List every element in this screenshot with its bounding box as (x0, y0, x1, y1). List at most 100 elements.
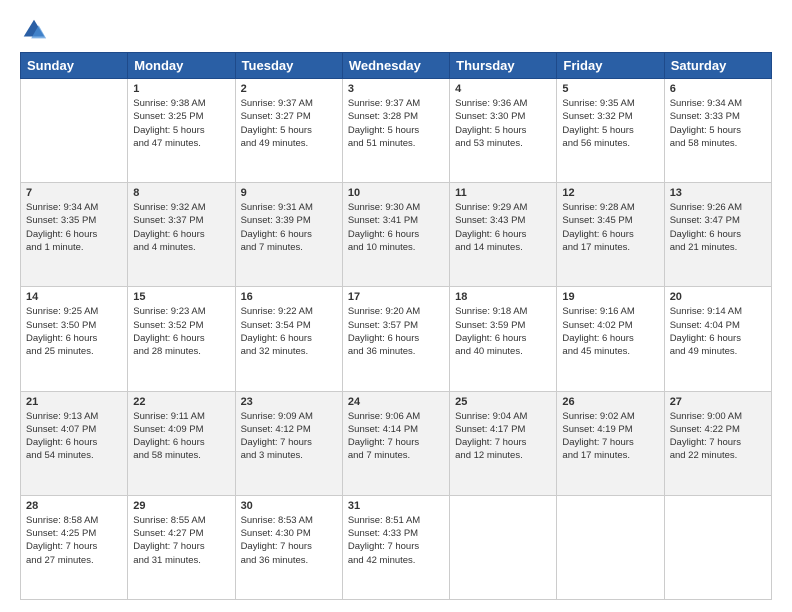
calendar-cell: 2 Sunrise: 9:37 AMSunset: 3:27 PMDaylight… (235, 79, 342, 183)
calendar-cell: 11 Sunrise: 9:29 AMSunset: 3:43 PMDayligh… (450, 183, 557, 287)
day-info: Sunrise: 9:02 AMSunset: 4:19 PMDaylight:… (562, 410, 658, 463)
calendar-cell: 8Sunrise: 9:32 AMSunset: 3:37 PMDaylight… (128, 183, 235, 287)
weekday-header: Monday (128, 53, 235, 79)
day-info: Sunrise: 8:53 AMSunset: 4:30 PMDaylight:… (241, 514, 337, 567)
day-number: 20 (670, 291, 766, 303)
calendar-cell: 15 Sunrise: 9:23 AMSunset: 3:52 PMDayligh… (128, 287, 235, 391)
calendar-table: SundayMondayTuesdayWednesdayThursdayFrid… (20, 52, 772, 600)
calendar-cell: 12 Sunrise: 9:28 AMSunset: 3:45 PMDayligh… (557, 183, 664, 287)
day-info: Sunrise: 9:36 AMSunset: 3:30 PMDaylight:… (455, 97, 551, 150)
calendar-week-row: 14 Sunrise: 9:25 AMSunset: 3:50 PMDayligh… (21, 287, 772, 391)
day-info: Sunrise: 9:25 AMSunset: 3:50 PMDaylight:… (26, 305, 122, 358)
weekday-header: Sunday (21, 53, 128, 79)
day-info: Sunrise: 9:31 AMSunset: 3:39 PMDaylight:… (241, 201, 337, 254)
calendar-cell: 26 Sunrise: 9:02 AMSunset: 4:19 PMDayligh… (557, 391, 664, 495)
day-info: Sunrise: 9:14 AMSunset: 4:04 PMDaylight:… (670, 305, 766, 358)
weekday-header: Thursday (450, 53, 557, 79)
day-info: Sunrise: 9:20 AMSunset: 3:57 PMDaylight:… (348, 305, 444, 358)
day-number: 29 (133, 500, 229, 512)
day-number: 7 (26, 187, 122, 199)
day-info: Sunrise: 9:37 AMSunset: 3:27 PMDaylight:… (241, 97, 337, 150)
calendar-cell: 23 Sunrise: 9:09 AMSunset: 4:12 PMDayligh… (235, 391, 342, 495)
calendar-cell: 17Sunrise: 9:20 AMSunset: 3:57 PMDayligh… (342, 287, 449, 391)
day-number: 26 (562, 396, 658, 408)
logo-icon (20, 16, 48, 44)
calendar-cell: 29 Sunrise: 8:55 AMSunset: 4:27 PMDayligh… (128, 495, 235, 599)
day-info: Sunrise: 9:09 AMSunset: 4:12 PMDaylight:… (241, 410, 337, 463)
day-number: 31 (348, 500, 444, 512)
calendar-cell: 6Sunrise: 9:34 AMSunset: 3:33 PMDaylight… (664, 79, 771, 183)
day-info: Sunrise: 9:37 AMSunset: 3:28 PMDaylight:… (348, 97, 444, 150)
calendar-cell: 10 Sunrise: 9:30 AMSunset: 3:41 PMDayligh… (342, 183, 449, 287)
weekday-header: Friday (557, 53, 664, 79)
day-number: 24 (348, 396, 444, 408)
day-info: Sunrise: 9:13 AMSunset: 4:07 PMDaylight:… (26, 410, 122, 463)
day-number: 21 (26, 396, 122, 408)
day-info: Sunrise: 9:30 AMSunset: 3:41 PMDaylight:… (348, 201, 444, 254)
calendar-cell (450, 495, 557, 599)
day-info: Sunrise: 9:16 AMSunset: 4:02 PMDaylight:… (562, 305, 658, 358)
day-info: Sunrise: 9:28 AMSunset: 3:45 PMDaylight:… (562, 201, 658, 254)
day-number: 6 (670, 83, 766, 95)
day-number: 25 (455, 396, 551, 408)
header (20, 16, 772, 44)
day-number: 19 (562, 291, 658, 303)
calendar-cell: 9 Sunrise: 9:31 AMSunset: 3:39 PMDaylight… (235, 183, 342, 287)
day-info: Sunrise: 9:34 AMSunset: 3:35 PMDaylight:… (26, 201, 122, 254)
calendar-cell: 27Sunrise: 9:00 AMSunset: 4:22 PMDayligh… (664, 391, 771, 495)
calendar-cell: 16Sunrise: 9:22 AMSunset: 3:54 PMDayligh… (235, 287, 342, 391)
day-info: Sunrise: 9:29 AMSunset: 3:43 PMDaylight:… (455, 201, 551, 254)
weekday-header-row: SundayMondayTuesdayWednesdayThursdayFrid… (21, 53, 772, 79)
day-info: Sunrise: 8:58 AMSunset: 4:25 PMDaylight:… (26, 514, 122, 567)
calendar-cell: 24 Sunrise: 9:06 AMSunset: 4:14 PMDayligh… (342, 391, 449, 495)
day-info: Sunrise: 9:11 AMSunset: 4:09 PMDaylight:… (133, 410, 229, 463)
calendar-cell: 18Sunrise: 9:18 AMSunset: 3:59 PMDayligh… (450, 287, 557, 391)
day-number: 22 (133, 396, 229, 408)
day-number: 23 (241, 396, 337, 408)
calendar-cell: 21 Sunrise: 9:13 AMSunset: 4:07 PMDayligh… (21, 391, 128, 495)
calendar-cell: 4 Sunrise: 9:36 AMSunset: 3:30 PMDaylight… (450, 79, 557, 183)
day-info: Sunrise: 9:22 AMSunset: 3:54 PMDaylight:… (241, 305, 337, 358)
calendar-cell: 20 Sunrise: 9:14 AMSunset: 4:04 PMDayligh… (664, 287, 771, 391)
calendar-week-row: 21 Sunrise: 9:13 AMSunset: 4:07 PMDayligh… (21, 391, 772, 495)
weekday-header: Saturday (664, 53, 771, 79)
calendar-cell: 5Sunrise: 9:35 AMSunset: 3:32 PMDaylight… (557, 79, 664, 183)
day-number: 30 (241, 500, 337, 512)
day-number: 10 (348, 187, 444, 199)
calendar-cell: 1 Sunrise: 9:38 AMSunset: 3:25 PMDaylight… (128, 79, 235, 183)
day-number: 12 (562, 187, 658, 199)
day-number: 1 (133, 83, 229, 95)
calendar-cell: 22 Sunrise: 9:11 AMSunset: 4:09 PMDayligh… (128, 391, 235, 495)
day-info: Sunrise: 8:55 AMSunset: 4:27 PMDaylight:… (133, 514, 229, 567)
calendar-cell: 25 Sunrise: 9:04 AMSunset: 4:17 PMDayligh… (450, 391, 557, 495)
calendar-cell: 14 Sunrise: 9:25 AMSunset: 3:50 PMDayligh… (21, 287, 128, 391)
day-number: 9 (241, 187, 337, 199)
calendar-week-row: 1 Sunrise: 9:38 AMSunset: 3:25 PMDaylight… (21, 79, 772, 183)
calendar-cell (21, 79, 128, 183)
day-number: 2 (241, 83, 337, 95)
weekday-header: Wednesday (342, 53, 449, 79)
day-info: Sunrise: 9:04 AMSunset: 4:17 PMDaylight:… (455, 410, 551, 463)
day-number: 3 (348, 83, 444, 95)
day-number: 11 (455, 187, 551, 199)
day-number: 4 (455, 83, 551, 95)
day-info: Sunrise: 9:35 AMSunset: 3:32 PMDaylight:… (562, 97, 658, 150)
day-info: Sunrise: 8:51 AMSunset: 4:33 PMDaylight:… (348, 514, 444, 567)
day-number: 14 (26, 291, 122, 303)
day-info: Sunrise: 9:23 AMSunset: 3:52 PMDaylight:… (133, 305, 229, 358)
calendar-cell: 28 Sunrise: 8:58 AMSunset: 4:25 PMDayligh… (21, 495, 128, 599)
day-number: 28 (26, 500, 122, 512)
day-number: 8 (133, 187, 229, 199)
calendar-cell: 31 Sunrise: 8:51 AMSunset: 4:33 PMDayligh… (342, 495, 449, 599)
day-info: Sunrise: 9:38 AMSunset: 3:25 PMDaylight:… (133, 97, 229, 150)
day-info: Sunrise: 9:26 AMSunset: 3:47 PMDaylight:… (670, 201, 766, 254)
calendar-cell (664, 495, 771, 599)
calendar-week-row: 28 Sunrise: 8:58 AMSunset: 4:25 PMDayligh… (21, 495, 772, 599)
day-info: Sunrise: 9:06 AMSunset: 4:14 PMDaylight:… (348, 410, 444, 463)
calendar-cell: 7 Sunrise: 9:34 AMSunset: 3:35 PMDaylight… (21, 183, 128, 287)
weekday-header: Tuesday (235, 53, 342, 79)
page: SundayMondayTuesdayWednesdayThursdayFrid… (0, 0, 792, 612)
calendar-cell (557, 495, 664, 599)
day-number: 15 (133, 291, 229, 303)
day-number: 13 (670, 187, 766, 199)
